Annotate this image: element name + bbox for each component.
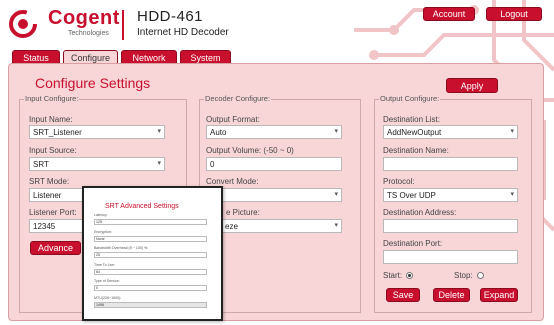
destination-list-label: Destination List: [383,115,440,124]
input-name-select[interactable]: SRT_Listener [29,125,165,139]
picture-select[interactable]: eze [206,219,342,233]
tab-configure[interactable]: Configure [63,50,118,64]
destination-port-input[interactable] [383,250,518,264]
destination-port-label: Destination Port: [383,239,443,248]
picture-label: e Picture: [226,208,260,217]
device-model: HDD-461 [137,8,204,25]
input-configure-title: Input Configure: [24,94,80,103]
input-source-label: Input Source: [29,146,77,155]
start-label: Start: [383,271,403,280]
account-button[interactable]: Account [423,7,475,21]
srt-mode-label: SRT Mode: [29,177,70,186]
input-source-select[interactable]: SRT [29,157,165,171]
main-tabs: Status Configure Network System [12,50,231,64]
destination-address-label: Destination Address: [383,208,457,217]
encryption-label: Encryption: [94,230,112,234]
srt-dialog-title: SRT Advanced Settings [105,203,179,210]
save-button[interactable]: Save [386,288,420,302]
mtu-label: MTU(228~1500): [94,296,122,300]
tos-select[interactable]: 0 [94,285,207,291]
destination-name-label: Destination Name: [383,146,449,155]
cogent-logo: Cogent Technologies [8,7,119,41]
cogent-logo-icon [9,10,37,38]
output-volume-label: Output Volume: (-50 ~ 0) [206,146,294,155]
ttl-label: Time To Live: [94,263,116,267]
destination-name-input[interactable] [383,157,518,171]
protocol-label: Protocol: [383,177,415,186]
tab-system[interactable]: System [180,50,231,64]
stop-label: Stop: [454,271,473,280]
tab-network[interactable]: Network [121,50,177,64]
ttl-input[interactable]: 64 [94,269,207,275]
convert-mode-label: Convert Mode: [206,177,259,186]
convert-mode-select[interactable] [206,188,342,202]
destination-list-select[interactable]: AddNewOutput [383,125,518,139]
protocol-select[interactable]: TS Over UDP [383,188,518,202]
output-format-select[interactable]: Auto [206,125,342,139]
delete-button[interactable]: Delete [433,288,470,302]
advance-button[interactable]: Advance [30,241,81,255]
header-bar: Cogent Technologies HDD-461 Internet HD … [0,0,554,320]
logo-text: Cogent [48,7,120,29]
encryption-select[interactable]: None [94,236,207,242]
latency-label: Latency: [94,213,108,217]
stop-radio[interactable] [477,272,484,279]
destination-address-input[interactable] [383,219,518,233]
srt-advanced-dialog: SRT Advanced Settings Latency: 125 Encry… [82,186,223,321]
start-radio[interactable] [406,272,413,279]
decoder-configure-title: Decoder Configure: [204,94,272,103]
mtu-input: 1496 [94,302,207,308]
input-name-label: Input Name: [29,115,73,124]
output-volume-input[interactable]: 0 [206,157,342,171]
tos-label: Type of Service: [94,279,120,283]
header-divider [122,10,124,40]
device-description: Internet HD Decoder [137,27,229,38]
page-title: Configure Settings [35,75,151,91]
apply-button[interactable]: Apply [446,78,498,93]
output-format-label: Output Format: [206,115,260,124]
logout-button[interactable]: Logout [486,7,542,21]
listener-port-label: Listener Port: [29,208,77,217]
tab-status[interactable]: Status [12,50,60,64]
latency-input[interactable]: 125 [94,219,207,225]
logo-subtext: Technologies [68,30,109,37]
expand-button[interactable]: Expand [480,288,518,302]
output-configure-title: Output Configure: [379,94,441,103]
bandwidth-input[interactable]: 25 [94,252,207,258]
bandwidth-label: Bandwidth Overhead (5 ~ 100) %: [94,246,149,250]
